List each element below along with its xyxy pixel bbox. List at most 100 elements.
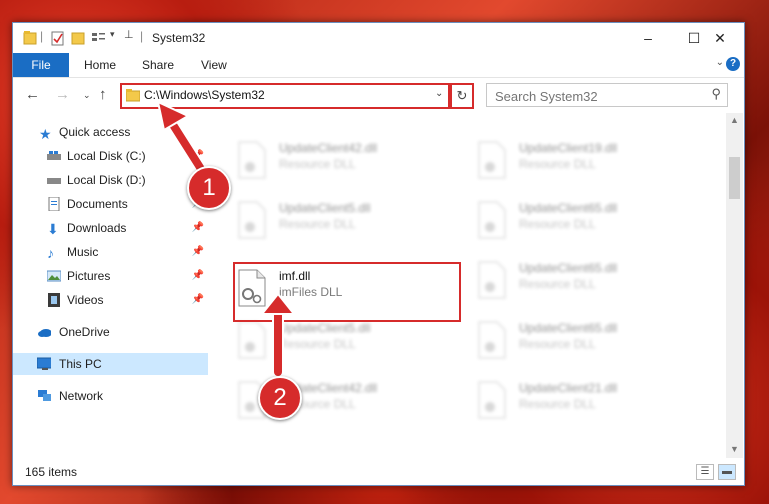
file-type: Resource DLL [519, 217, 596, 231]
pin-icon[interactable]: 📌 [192, 217, 204, 239]
explorer-window: | ▾ ⊥ | System32 – ☐ ✕ File Home Share V… [12, 22, 745, 486]
file-type: Resource DLL [279, 217, 356, 231]
file-name: UpdateClient19.dll [519, 141, 618, 155]
file-type: Resource DLL [519, 397, 596, 411]
search-icon[interactable]: ⚲ [711, 86, 721, 102]
search-box[interactable]: ⚲ [486, 83, 728, 107]
pictures-icon [47, 270, 61, 282]
tab-share[interactable]: Share [142, 53, 174, 77]
file-type: Resource DLL [519, 337, 596, 351]
nav-item-this-pc[interactable]: This PC [13, 353, 208, 375]
search-input[interactable] [493, 86, 697, 106]
window-title: System32 [152, 31, 206, 45]
nav-label: Local Disk (C:) [67, 149, 146, 163]
folder-icon [23, 31, 37, 45]
list-item[interactable]: UpdateClient5.dll Resource DLL [235, 195, 465, 247]
nav-label: Pictures [67, 269, 111, 283]
nav-label: OneDrive [59, 325, 110, 339]
close-button[interactable]: ✕ [697, 23, 743, 53]
computer-icon [37, 357, 51, 370]
refresh-icon[interactable]: ↻ [450, 83, 474, 109]
dll-file-icon [478, 321, 506, 359]
new-folder-icon[interactable] [71, 30, 85, 46]
onedrive-icon [38, 329, 51, 337]
documents-icon [48, 197, 60, 211]
chevron-down-icon[interactable]: ▾ [110, 29, 115, 45]
pin-icon[interactable]: 📌 [192, 289, 204, 311]
folder-icon [126, 89, 140, 102]
nav-item-videos[interactable]: Videos 📌 [13, 289, 208, 311]
pin-icon[interactable]: 📌 [192, 265, 204, 287]
nav-label: This PC [59, 357, 102, 371]
up-arrow-icon[interactable]: ↑ [99, 86, 107, 103]
nav-label: Network [59, 389, 104, 403]
nav-item-documents[interactable]: Documents 📌 [13, 193, 208, 215]
callout-1: 1 [187, 166, 231, 210]
nav-item-network[interactable]: Network [13, 385, 208, 407]
file-type: Resource DLL [519, 157, 596, 171]
tab-view[interactable]: View [201, 53, 227, 77]
videos-icon [48, 293, 60, 307]
divider: | [140, 29, 144, 43]
expand-ribbon-icon[interactable]: ⌄ [716, 57, 724, 68]
nav-label: Videos [67, 293, 104, 307]
list-item[interactable]: UpdateClient65.dll Resource DLL [475, 315, 705, 367]
drive-icon [47, 151, 61, 160]
list-item[interactable]: UpdateClient21.dll Resource DLL [475, 375, 705, 427]
scroll-down-icon[interactable]: ▼ [730, 444, 739, 454]
list-item[interactable]: UpdateClient42.dll Resource DLL [235, 135, 465, 187]
tab-home[interactable]: Home [84, 53, 116, 77]
file-name: UpdateClient65.dll [519, 201, 618, 215]
minimize-button[interactable]: – [625, 23, 671, 53]
vertical-scrollbar[interactable]: ▲ ▼ [726, 113, 743, 458]
star-icon: ★ [39, 126, 52, 142]
ribbon: File Home Share View ⌄ ? [13, 53, 744, 78]
list-item[interactable]: UpdateClient19.dll Resource DLL [475, 135, 705, 187]
callout-2: 2 [258, 376, 302, 420]
dll-file-icon [238, 201, 266, 239]
status-bar: 165 items ☰ ▬ [13, 459, 744, 485]
network-icon [38, 390, 51, 401]
nav-item-pictures[interactable]: Pictures 📌 [13, 265, 208, 287]
music-icon: ♪ [47, 245, 54, 261]
drive-icon [47, 178, 61, 184]
dll-file-icon [478, 261, 506, 299]
nav-label: Quick access [59, 125, 131, 139]
file-name: UpdateClient21.dll [519, 381, 618, 395]
back-arrow-icon[interactable]: ← [25, 86, 40, 103]
dll-file-icon [478, 141, 506, 179]
nav-label: Music [67, 245, 99, 259]
dll-file-icon [478, 381, 506, 419]
list-item[interactable]: UpdateClient65.dll Resource DLL [475, 255, 705, 307]
title-bar: | ▾ ⊥ | System32 – ☐ ✕ [13, 23, 744, 53]
scroll-up-icon[interactable]: ▲ [730, 115, 739, 125]
customize-toolbar-icon[interactable] [91, 30, 107, 46]
nav-label: Downloads [67, 221, 127, 235]
tab-file[interactable]: File [13, 53, 69, 77]
file-type: Resource DLL [519, 277, 596, 291]
recent-locations-icon[interactable]: ⌄ [83, 90, 91, 101]
download-icon: ⬇ [47, 221, 59, 237]
properties-icon[interactable] [51, 30, 65, 46]
tiles-view-icon[interactable]: ▬ [718, 464, 736, 480]
nav-label: Documents [67, 197, 128, 211]
list-item[interactable]: UpdateClient65.dll Resource DLL [475, 195, 705, 247]
forward-arrow-icon[interactable]: → [55, 86, 70, 103]
help-icon[interactable]: ? [726, 57, 740, 71]
nav-label: Local Disk (D:) [67, 173, 146, 187]
details-view-icon[interactable]: ☰ [696, 464, 714, 480]
file-type: Resource DLL [279, 157, 356, 171]
qat-dropdown-icon[interactable]: ⊥ [124, 28, 134, 44]
nav-item-onedrive[interactable]: OneDrive [13, 321, 208, 343]
divider: | [40, 29, 44, 43]
dll-file-icon [238, 141, 266, 179]
nav-item-downloads[interactable]: ⬇ Downloads 📌 [13, 217, 208, 239]
chevron-down-icon[interactable]: ⌄ [435, 88, 443, 99]
arrow-to-imf-dll [259, 292, 297, 378]
file-name: UpdateClient65.dll [519, 261, 618, 275]
scroll-thumb[interactable] [729, 157, 740, 199]
nav-item-music[interactable]: ♪ Music 📌 [13, 241, 208, 263]
dll-file-icon [478, 201, 506, 239]
pin-icon[interactable]: 📌 [192, 241, 204, 263]
navigation-bar: ← → ⌄ ↑ C:\Windows\System32 ⌄ ↻ ⚲ [13, 78, 744, 112]
